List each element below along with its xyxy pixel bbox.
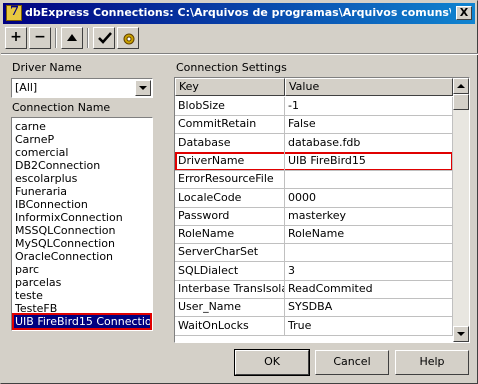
driver-dropdown-button[interactable]	[135, 80, 151, 96]
connection-list-item[interactable]: MSSQLConnection	[14, 224, 150, 237]
settings-row[interactable]: ServerCharSet	[175, 243, 453, 263]
grid-header: Key Value	[175, 78, 453, 96]
add-connection-button[interactable]: +	[5, 27, 27, 49]
connection-list-item[interactable]: teste	[14, 289, 150, 302]
settings-row[interactable]: Password masterkey	[175, 206, 453, 226]
chevron-down-icon	[139, 86, 147, 90]
setting-key: ErrorResourceFile	[175, 170, 285, 190]
setting-value[interactable]: SYSDBA	[285, 298, 453, 318]
chevron-down-icon	[457, 332, 465, 336]
connection-list-item[interactable]: TesteFB	[14, 302, 150, 315]
settings-row[interactable]: LocaleCode 0000	[175, 188, 453, 208]
rename-connection-button[interactable]	[61, 27, 83, 49]
help-button[interactable]: Help	[395, 350, 469, 375]
setting-key: DriverName	[175, 151, 285, 171]
connection-list-item[interactable]: parcelas	[14, 276, 150, 289]
column-header-key[interactable]: Key	[175, 78, 285, 96]
connection-list-item[interactable]: parc	[14, 263, 150, 276]
setting-key: RoleName	[175, 225, 285, 245]
connection-list-item[interactable]: MySQLConnection	[14, 237, 150, 250]
setting-value[interactable]: 0000	[285, 188, 453, 208]
close-button[interactable]: X	[456, 6, 472, 20]
setting-value[interactable]: True	[285, 316, 453, 336]
settings-row[interactable]: Database database.fdb	[175, 133, 453, 153]
connection-list-item[interactable]: CarneP	[14, 133, 150, 146]
toolbar-separator	[55, 28, 57, 48]
setting-key: Password	[175, 206, 285, 226]
setting-value[interactable]: False	[285, 115, 453, 135]
toolbar-divider	[1, 53, 478, 55]
setting-value[interactable]: -1	[285, 97, 453, 116]
triangle-up-icon	[67, 34, 77, 41]
setting-key: Interbase TransIsolation	[175, 280, 285, 299]
scroll-thumb[interactable]	[453, 94, 469, 110]
toolbar-separator	[87, 28, 89, 48]
setting-value[interactable]: UIB FireBird15	[285, 151, 453, 171]
setting-key: WaitOnLocks	[175, 316, 285, 336]
setting-value[interactable]	[285, 170, 453, 190]
title-bar[interactable]: dbExpress Connections: C:\Arquivos de pr…	[3, 3, 475, 24]
check-icon	[98, 32, 112, 44]
connection-settings-grid[interactable]: Key Value BlobSize -1 CommitRetain False Dat…	[174, 77, 470, 343]
connection-name-label: Connection Name	[12, 101, 111, 114]
window-title: dbExpress Connections: C:\Arquivos de pr…	[25, 6, 451, 19]
setting-value[interactable]: masterkey	[285, 206, 453, 226]
scroll-down-button[interactable]	[453, 326, 469, 342]
driver-name-label: Driver Name	[12, 61, 82, 74]
setting-value[interactable]: ReadCommited	[285, 280, 453, 299]
settings-row[interactable]: DriverName UIB FireBird15	[175, 151, 453, 171]
setting-value[interactable]	[285, 243, 453, 263]
setting-key: LocaleCode	[175, 188, 285, 208]
connection-list-item[interactable]: InformixConnection	[14, 211, 150, 224]
connection-list[interactable]: carne CarneP comercial DB2Connection escolar…	[11, 117, 153, 331]
settings-row[interactable]: BlobSize -1	[175, 97, 453, 116]
scroll-up-button[interactable]	[453, 78, 469, 94]
connection-list-item[interactable]: OracleConnection	[14, 250, 150, 263]
connection-list-item[interactable]: DB2Connection	[14, 159, 150, 172]
setting-key: User_Name	[175, 298, 285, 318]
settings-row[interactable]: RoleName RoleName	[175, 225, 453, 245]
setting-value[interactable]: RoleName	[285, 225, 453, 245]
grid-scrollbar[interactable]	[453, 78, 469, 342]
settings-row[interactable]: SQLDialect 3	[175, 261, 453, 281]
setting-key: ServerCharSet	[175, 243, 285, 263]
column-header-value[interactable]: Value	[285, 78, 453, 96]
dialog-window: dbExpress Connections: C:\Arquivos de pr…	[0, 0, 478, 384]
connection-list-item[interactable]: carne	[14, 120, 150, 133]
driver-settings-button[interactable]	[117, 27, 139, 49]
connection-list-item[interactable]: IBConnection	[14, 198, 150, 211]
setting-value[interactable]: 3	[285, 261, 453, 281]
test-connection-button[interactable]	[93, 27, 115, 49]
connection-list-item[interactable]: escolarplus	[14, 172, 150, 185]
setting-value[interactable]: database.fdb	[285, 133, 453, 153]
setting-key: BlobSize	[175, 97, 285, 116]
setting-key: SQLDialect	[175, 261, 285, 281]
cancel-button[interactable]: Cancel	[315, 350, 389, 375]
connection-settings-label: Connection Settings	[176, 61, 287, 74]
settings-row[interactable]: WaitOnLocks True	[175, 316, 453, 336]
settings-row[interactable]: ErrorResourceFile	[175, 170, 453, 190]
setting-key: CommitRetain	[175, 115, 285, 135]
settings-row[interactable]: User_Name SYSDBA	[175, 298, 453, 318]
plus-icon: +	[10, 29, 22, 45]
toolbar: + −	[5, 27, 471, 51]
connection-list-item[interactable]: UIB FireBird15 Connection	[12, 313, 152, 330]
driver-name-select[interactable]: [All]	[11, 78, 153, 98]
connection-list-item[interactable]: Funeraria	[14, 185, 150, 198]
ok-button[interactable]: OK	[234, 349, 310, 376]
connection-list-item[interactable]: comercial	[14, 146, 150, 159]
minus-icon: −	[34, 29, 46, 45]
gear-icon	[123, 33, 135, 45]
remove-connection-button[interactable]: −	[29, 27, 51, 49]
delphi-icon	[6, 4, 22, 21]
settings-row[interactable]: Interbase TransIsolationReadCommited	[175, 280, 453, 299]
settings-row[interactable]: CommitRetain False	[175, 115, 453, 135]
setting-key: Database	[175, 133, 285, 153]
driver-name-value: [All]	[15, 81, 38, 94]
chevron-up-icon	[457, 84, 465, 88]
